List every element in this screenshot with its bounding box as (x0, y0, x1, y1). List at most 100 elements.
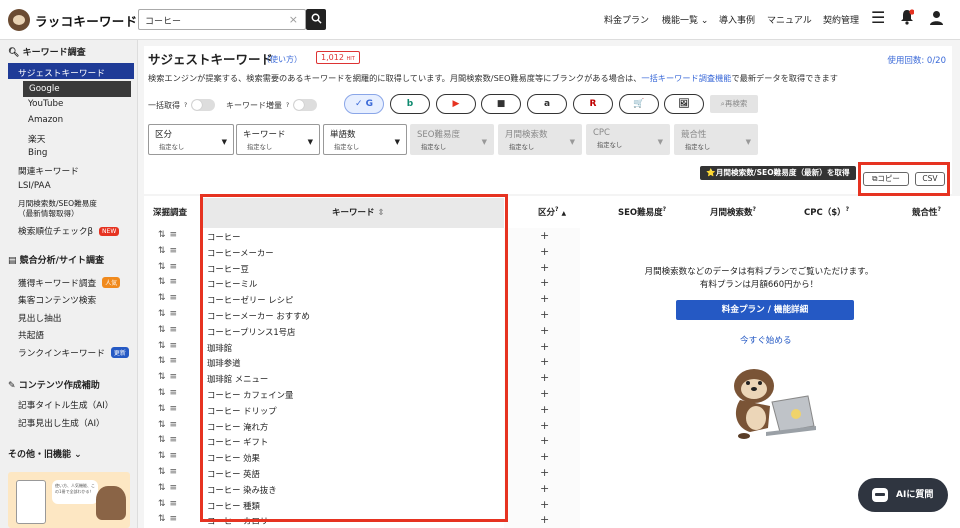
engine-video-button[interactable]: ■ (481, 94, 521, 114)
add-icon[interactable]: + (540, 513, 549, 526)
nav-cases[interactable]: 導入事例 (719, 13, 755, 26)
user-account-icon[interactable] (929, 10, 944, 30)
add-icon[interactable]: + (540, 466, 549, 479)
sidebar-engine-bing[interactable]: Bing (28, 148, 47, 158)
header-seo[interactable]: SEO難易度? (618, 206, 666, 218)
menu-lines-icon[interactable]: ≡ (170, 309, 182, 319)
add-icon[interactable]: + (540, 498, 549, 511)
sidebar-item-acquired-keywords[interactable]: 獲得キーワード調査 人気 (18, 276, 121, 289)
engine-amazon-button[interactable]: a (527, 94, 567, 114)
add-icon[interactable]: + (540, 387, 549, 400)
toggle-switch[interactable] (293, 99, 318, 111)
menu-lines-icon[interactable]: ≡ (170, 420, 182, 430)
menu-lines-icon[interactable]: ≡ (170, 435, 182, 445)
add-icon[interactable]: + (540, 245, 549, 258)
menu-lines-icon[interactable]: ≡ (170, 499, 182, 509)
logo[interactable]: ラッコキーワード (8, 9, 137, 31)
copy-button[interactable]: ⧉コピー (863, 172, 909, 186)
clear-icon[interactable]: × (289, 13, 298, 26)
dig-deeper-icon[interactable]: ⇅ (158, 420, 170, 430)
sidebar-item-heading-extract[interactable]: 見出し抽出 (18, 311, 61, 324)
dig-deeper-icon[interactable]: ⇅ (158, 467, 170, 477)
add-icon[interactable]: + (540, 324, 549, 337)
usage-link[interactable]: （使い方） (262, 54, 302, 65)
add-icon[interactable]: + (540, 292, 549, 305)
dig-deeper-icon[interactable]: ⇅ (158, 262, 170, 272)
header-cpc[interactable]: CPC（$）? (804, 206, 849, 218)
menu-lines-icon[interactable]: ≡ (170, 372, 182, 382)
toggle-switch[interactable] (191, 99, 216, 111)
add-icon[interactable]: + (540, 276, 549, 289)
add-icon[interactable]: + (540, 434, 549, 447)
sidebar-item-content-search[interactable]: 集客コンテンツ検索 (18, 293, 96, 306)
nav-features[interactable]: 機能一覧 ⌄ (662, 13, 708, 26)
header-competition[interactable]: 競合性? (912, 206, 941, 218)
menu-lines-icon[interactable]: ≡ (170, 467, 182, 477)
dig-deeper-icon[interactable]: ⇅ (158, 388, 170, 398)
pricing-details-button[interactable]: 料金プラン / 機能詳細 (676, 300, 854, 320)
dig-deeper-icon[interactable]: ⇅ (158, 341, 170, 351)
menu-lines-icon[interactable]: ≡ (170, 325, 182, 335)
add-icon[interactable]: + (540, 450, 549, 463)
search-input[interactable]: コーヒー × (138, 9, 306, 30)
csv-button[interactable]: CSV (915, 172, 945, 186)
keyword-increase-toggle[interactable]: キーワード増量? (226, 99, 318, 111)
dig-deeper-icon[interactable]: ⇅ (158, 514, 170, 524)
add-icon[interactable]: + (540, 482, 549, 495)
bell-icon[interactable] (900, 9, 915, 29)
dig-deeper-icon[interactable]: ⇅ (158, 404, 170, 414)
sidebar-item-title-gen[interactable]: 記事タイトル生成（AI） (18, 398, 113, 411)
start-now-link[interactable]: 今すぐ始める (740, 334, 792, 346)
promo-banner[interactable]: 使い方、人気機能、この1冊で全部わかる！ (8, 472, 130, 528)
header-kubun[interactable]: 区分? ▲ (538, 206, 566, 218)
sidebar-engine-amazon[interactable]: Amazon (28, 115, 63, 125)
dig-deeper-icon[interactable]: ⇅ (158, 372, 170, 382)
dig-deeper-icon[interactable]: ⇅ (158, 309, 170, 319)
menu-lines-icon[interactable]: ≡ (170, 451, 182, 461)
dig-deeper-icon[interactable]: ⇅ (158, 230, 170, 240)
menu-lines-icon[interactable]: ≡ (170, 404, 182, 414)
dig-deeper-icon[interactable]: ⇅ (158, 293, 170, 303)
header-volume[interactable]: 月間検索数? (710, 206, 756, 218)
menu-lines-icon[interactable]: ≡ (170, 514, 182, 524)
engine-google-button[interactable]: ✓ G (344, 94, 384, 114)
menu-lines-icon[interactable]: ≡ (170, 246, 182, 256)
dig-deeper-icon[interactable]: ⇅ (158, 483, 170, 493)
menu-lines-icon[interactable]: ≡ (170, 341, 182, 351)
sidebar-item-suggest-keywords[interactable]: サジェストキーワード (8, 63, 134, 79)
sidebar-engine-google[interactable]: Google (23, 81, 131, 97)
dig-deeper-icon[interactable]: ⇅ (158, 435, 170, 445)
engine-rakuten-button[interactable]: R (573, 94, 613, 114)
add-icon[interactable]: + (540, 419, 549, 432)
dig-deeper-icon[interactable]: ⇅ (158, 451, 170, 461)
menu-lines-icon[interactable]: ≡ (170, 262, 182, 272)
nav-pricing[interactable]: 料金プラン (604, 13, 649, 26)
dig-deeper-icon[interactable]: ⇅ (158, 277, 170, 287)
nav-manual[interactable]: マニュアル (767, 13, 812, 26)
ai-question-button[interactable]: AIに質問 (858, 478, 948, 512)
add-icon[interactable]: + (540, 340, 549, 353)
fetch-latest-button[interactable]: ⭐月間検索数/SEO難易度（最新）を取得 (700, 166, 856, 180)
add-icon[interactable]: + (540, 261, 549, 274)
sidebar-item-heading-gen[interactable]: 記事見出し生成（AI） (18, 416, 105, 429)
add-icon[interactable]: + (540, 355, 549, 368)
sidebar-item-lsi-paa[interactable]: LSI/PAA (18, 181, 51, 191)
menu-lines-icon[interactable]: ≡ (170, 483, 182, 493)
sidebar-engine-youtube[interactable]: YouTube (28, 99, 63, 109)
menu-lines-icon[interactable]: ≡ (170, 293, 182, 303)
add-icon[interactable]: + (540, 403, 549, 416)
sidebar-section-other[interactable]: その他・旧機能 ⌄ (8, 447, 82, 460)
sidebar-item-related-keywords[interactable]: 関連キーワード (18, 164, 79, 177)
bulk-keyword-link[interactable]: 一括キーワード調査機能 (641, 73, 731, 83)
engine-bing-button[interactable]: b (390, 94, 430, 114)
menu-lines-icon[interactable]: ≡ (170, 388, 182, 398)
nav-contract[interactable]: 契約管理 (823, 13, 859, 26)
add-icon[interactable]: + (540, 371, 549, 384)
menu-lines-icon[interactable]: ≡ (170, 230, 182, 240)
research-button[interactable]: ⌕再検索 (710, 95, 758, 113)
sidebar-item-cooccurrence[interactable]: 共起語 (18, 328, 44, 341)
engine-shopping-button[interactable]: 🛒 (619, 94, 659, 114)
bulk-fetch-toggle[interactable]: 一括取得? (148, 99, 216, 111)
engine-image-button[interactable]: 🖼 (664, 94, 704, 114)
dig-deeper-icon[interactable]: ⇅ (158, 356, 170, 366)
